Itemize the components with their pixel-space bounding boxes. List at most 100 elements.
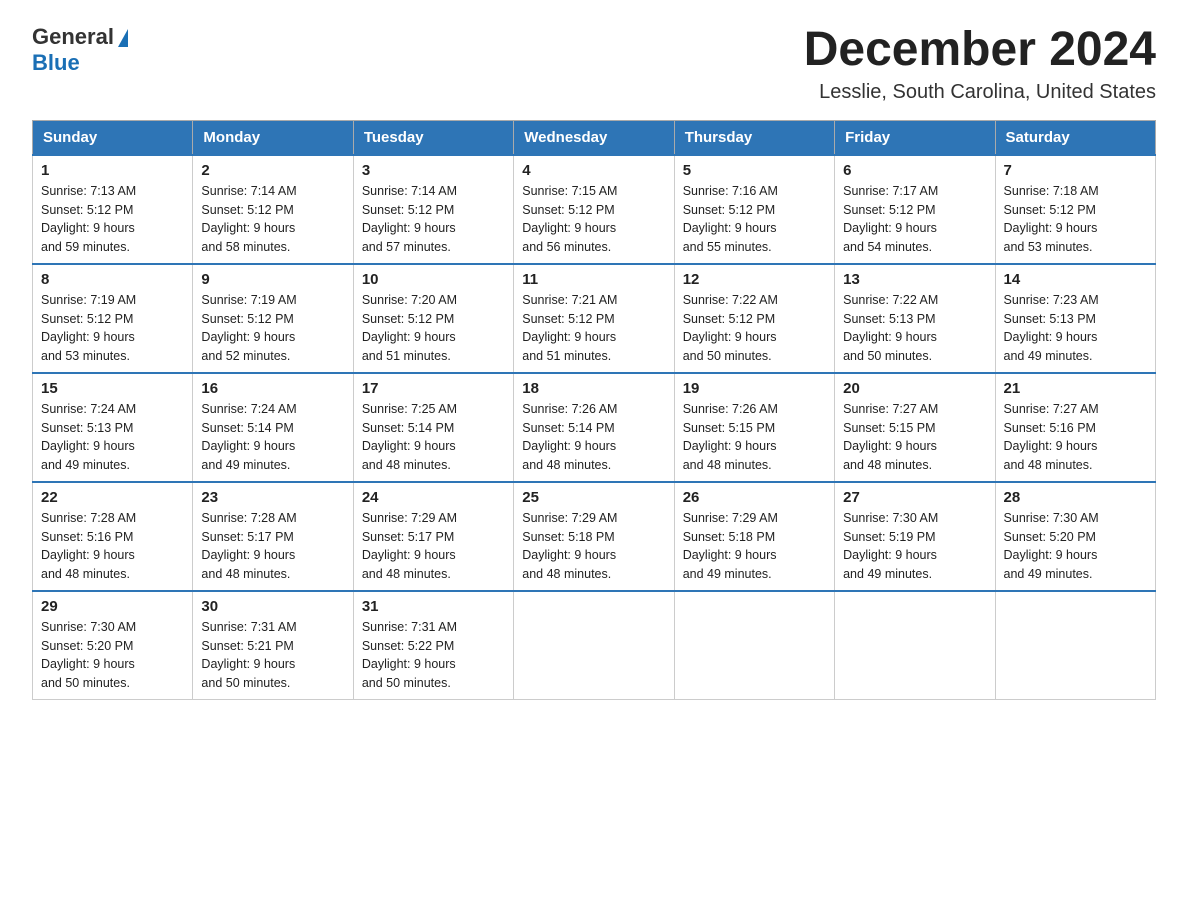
calendar-day-cell: 6 Sunrise: 7:17 AMSunset: 5:12 PMDaylight…: [835, 155, 995, 264]
day-info: Sunrise: 7:30 AMSunset: 5:19 PMDaylight:…: [843, 509, 986, 584]
day-info: Sunrise: 7:17 AMSunset: 5:12 PMDaylight:…: [843, 182, 986, 257]
calendar-week-row: 1 Sunrise: 7:13 AMSunset: 5:12 PMDaylight…: [33, 155, 1156, 264]
day-number: 31: [362, 598, 505, 615]
weekday-header-wednesday: Wednesday: [514, 120, 674, 155]
day-number: 24: [362, 489, 505, 506]
calendar-day-cell: 10 Sunrise: 7:20 AMSunset: 5:12 PMDayligh…: [353, 264, 513, 373]
logo: General Blue: [32, 24, 128, 76]
logo-blue-text: Blue: [32, 50, 80, 76]
day-number: 12: [683, 271, 826, 288]
day-number: 15: [41, 380, 184, 397]
day-info: Sunrise: 7:29 AMSunset: 5:17 PMDaylight:…: [362, 509, 505, 584]
day-info: Sunrise: 7:31 AMSunset: 5:22 PMDaylight:…: [362, 618, 505, 693]
calendar-day-cell: 31 Sunrise: 7:31 AMSunset: 5:22 PMDayligh…: [353, 591, 513, 700]
weekday-header-friday: Friday: [835, 120, 995, 155]
calendar-week-row: 29 Sunrise: 7:30 AMSunset: 5:20 PMDayligh…: [33, 591, 1156, 700]
calendar-day-cell: 25Sunrise: 7:29 AMSunset: 5:18 PMDayligh…: [514, 482, 674, 591]
day-number: 29: [41, 598, 184, 615]
calendar-day-cell: 19Sunrise: 7:26 AMSunset: 5:15 PMDayligh…: [674, 373, 834, 482]
logo-triangle-icon: [118, 29, 128, 47]
calendar-day-cell: 2 Sunrise: 7:14 AMSunset: 5:12 PMDaylight…: [193, 155, 353, 264]
day-number: 23: [201, 489, 344, 506]
calendar-title: December 2024: [804, 24, 1156, 77]
day-number: 6: [843, 162, 986, 179]
day-info: Sunrise: 7:14 AMSunset: 5:12 PMDaylight:…: [201, 182, 344, 257]
day-number: 10: [362, 271, 505, 288]
day-info: Sunrise: 7:29 AMSunset: 5:18 PMDaylight:…: [522, 509, 665, 584]
day-info: Sunrise: 7:29 AMSunset: 5:18 PMDaylight:…: [683, 509, 826, 584]
day-info: Sunrise: 7:26 AMSunset: 5:14 PMDaylight:…: [522, 400, 665, 475]
day-number: 21: [1004, 380, 1147, 397]
calendar-day-cell: 23 Sunrise: 7:28 AMSunset: 5:17 PMDayligh…: [193, 482, 353, 591]
title-area: December 2024 Lesslie, South Carolina, U…: [804, 24, 1156, 104]
day-info: Sunrise: 7:22 AMSunset: 5:13 PMDaylight:…: [843, 291, 986, 366]
day-number: 14: [1004, 271, 1147, 288]
calendar-day-cell: 22Sunrise: 7:28 AMSunset: 5:16 PMDayligh…: [33, 482, 193, 591]
weekday-header-sunday: Sunday: [33, 120, 193, 155]
calendar-day-cell: [674, 591, 834, 700]
calendar-day-cell: 14 Sunrise: 7:23 AMSunset: 5:13 PMDayligh…: [995, 264, 1155, 373]
day-number: 27: [843, 489, 986, 506]
weekday-header-saturday: Saturday: [995, 120, 1155, 155]
day-number: 26: [683, 489, 826, 506]
day-info: Sunrise: 7:23 AMSunset: 5:13 PMDaylight:…: [1004, 291, 1147, 366]
calendar-day-cell: 28Sunrise: 7:30 AMSunset: 5:20 PMDayligh…: [995, 482, 1155, 591]
day-info: Sunrise: 7:18 AMSunset: 5:12 PMDaylight:…: [1004, 182, 1147, 257]
day-number: 7: [1004, 162, 1147, 179]
weekday-header-thursday: Thursday: [674, 120, 834, 155]
calendar-day-cell: 20Sunrise: 7:27 AMSunset: 5:15 PMDayligh…: [835, 373, 995, 482]
weekday-header-tuesday: Tuesday: [353, 120, 513, 155]
weekday-header-monday: Monday: [193, 120, 353, 155]
calendar-subtitle: Lesslie, South Carolina, United States: [804, 81, 1156, 104]
day-number: 2: [201, 162, 344, 179]
day-info: Sunrise: 7:28 AMSunset: 5:17 PMDaylight:…: [201, 509, 344, 584]
calendar-day-cell: 21 Sunrise: 7:27 AMSunset: 5:16 PMDayligh…: [995, 373, 1155, 482]
day-info: Sunrise: 7:13 AMSunset: 5:12 PMDaylight:…: [41, 182, 184, 257]
day-number: 13: [843, 271, 986, 288]
day-number: 20: [843, 380, 986, 397]
calendar-week-row: 15 Sunrise: 7:24 AMSunset: 5:13 PMDayligh…: [33, 373, 1156, 482]
calendar-day-cell: 13 Sunrise: 7:22 AMSunset: 5:13 PMDayligh…: [835, 264, 995, 373]
calendar-day-cell: 4Sunrise: 7:15 AMSunset: 5:12 PMDaylight…: [514, 155, 674, 264]
day-info: Sunrise: 7:30 AMSunset: 5:20 PMDaylight:…: [41, 618, 184, 693]
day-info: Sunrise: 7:21 AMSunset: 5:12 PMDaylight:…: [522, 291, 665, 366]
calendar-day-cell: 9Sunrise: 7:19 AMSunset: 5:12 PMDaylight…: [193, 264, 353, 373]
day-number: 22: [41, 489, 184, 506]
calendar-day-cell: 8Sunrise: 7:19 AMSunset: 5:12 PMDaylight…: [33, 264, 193, 373]
calendar-day-cell: [995, 591, 1155, 700]
day-info: Sunrise: 7:24 AMSunset: 5:14 PMDaylight:…: [201, 400, 344, 475]
weekday-header-row: SundayMondayTuesdayWednesdayThursdayFrid…: [33, 120, 1156, 155]
calendar-day-cell: [835, 591, 995, 700]
calendar-day-cell: 18 Sunrise: 7:26 AMSunset: 5:14 PMDayligh…: [514, 373, 674, 482]
calendar-day-cell: 29 Sunrise: 7:30 AMSunset: 5:20 PMDayligh…: [33, 591, 193, 700]
day-info: Sunrise: 7:25 AMSunset: 5:14 PMDaylight:…: [362, 400, 505, 475]
day-info: Sunrise: 7:19 AMSunset: 5:12 PMDaylight:…: [41, 291, 184, 366]
calendar-day-cell: 27 Sunrise: 7:30 AMSunset: 5:19 PMDayligh…: [835, 482, 995, 591]
calendar-day-cell: [514, 591, 674, 700]
calendar-day-cell: 7 Sunrise: 7:18 AMSunset: 5:12 PMDaylight…: [995, 155, 1155, 264]
calendar-table: SundayMondayTuesdayWednesdayThursdayFrid…: [32, 120, 1156, 700]
calendar-day-cell: 1 Sunrise: 7:13 AMSunset: 5:12 PMDaylight…: [33, 155, 193, 264]
calendar-day-cell: 15 Sunrise: 7:24 AMSunset: 5:13 PMDayligh…: [33, 373, 193, 482]
calendar-day-cell: 11 Sunrise: 7:21 AMSunset: 5:12 PMDayligh…: [514, 264, 674, 373]
day-number: 18: [522, 380, 665, 397]
day-info: Sunrise: 7:30 AMSunset: 5:20 PMDaylight:…: [1004, 509, 1147, 584]
day-number: 11: [522, 271, 665, 288]
day-number: 16: [201, 380, 344, 397]
calendar-week-row: 22Sunrise: 7:28 AMSunset: 5:16 PMDayligh…: [33, 482, 1156, 591]
day-number: 17: [362, 380, 505, 397]
calendar-day-cell: 24 Sunrise: 7:29 AMSunset: 5:17 PMDayligh…: [353, 482, 513, 591]
day-number: 1: [41, 162, 184, 179]
calendar-day-cell: 3Sunrise: 7:14 AMSunset: 5:12 PMDaylight…: [353, 155, 513, 264]
day-info: Sunrise: 7:20 AMSunset: 5:12 PMDaylight:…: [362, 291, 505, 366]
day-info: Sunrise: 7:24 AMSunset: 5:13 PMDaylight:…: [41, 400, 184, 475]
day-info: Sunrise: 7:15 AMSunset: 5:12 PMDaylight:…: [522, 182, 665, 257]
day-number: 9: [201, 271, 344, 288]
calendar-day-cell: 5 Sunrise: 7:16 AMSunset: 5:12 PMDaylight…: [674, 155, 834, 264]
day-info: Sunrise: 7:22 AMSunset: 5:12 PMDaylight:…: [683, 291, 826, 366]
day-info: Sunrise: 7:16 AMSunset: 5:12 PMDaylight:…: [683, 182, 826, 257]
day-info: Sunrise: 7:27 AMSunset: 5:16 PMDaylight:…: [1004, 400, 1147, 475]
calendar-day-cell: 16 Sunrise: 7:24 AMSunset: 5:14 PMDayligh…: [193, 373, 353, 482]
day-info: Sunrise: 7:14 AMSunset: 5:12 PMDaylight:…: [362, 182, 505, 257]
day-number: 5: [683, 162, 826, 179]
